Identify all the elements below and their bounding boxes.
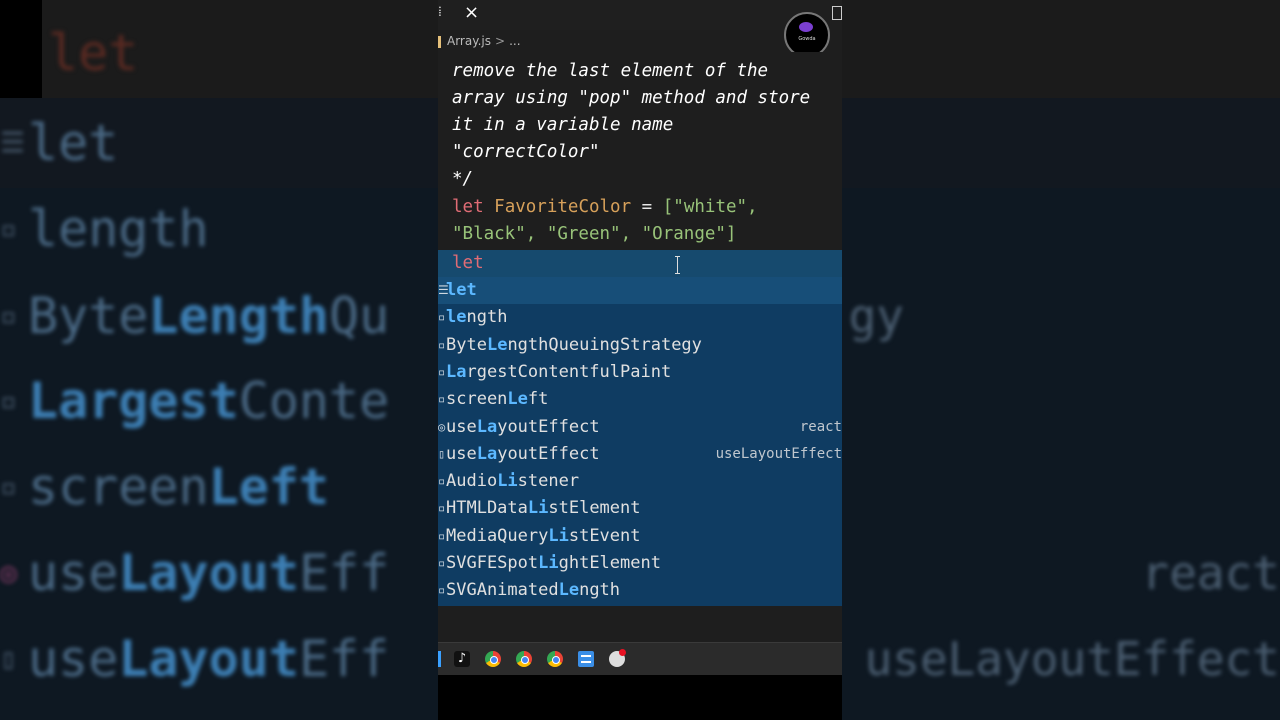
tab-overflow-indicator: ⁞ (438, 4, 442, 20)
class-icon: ▫ (438, 364, 446, 379)
suggestion-item[interactable]: ▫ HTMLDataListElement (438, 495, 842, 522)
class-icon: ▫ (438, 337, 446, 352)
function-icon: ◎ (438, 419, 446, 434)
background-let-word: let (48, 24, 139, 82)
taskbar: ♪ (438, 642, 842, 675)
bottom-strip (438, 675, 842, 720)
suggestion-detail: useLayoutEffect (715, 445, 842, 462)
identifier-token: FavoriteColor (494, 197, 632, 217)
property-icon: ▫ (438, 392, 446, 407)
class-icon: ▫ (438, 583, 446, 598)
suggestion-list[interactable]: ☰ let ▫ length ▫ ByteLengthQueuingStrategy ▫ La… (438, 277, 842, 606)
suggestion-label: useLayoutEffect (446, 443, 600, 464)
class-icon: ▫ (438, 501, 446, 516)
suggestion-label: useLayoutEffect (446, 416, 600, 437)
logo-emblem (799, 22, 813, 32)
suggestion-item[interactable]: ▫ length (438, 304, 842, 331)
snippet-icon: ▯ (0, 642, 17, 675)
taskbar-edge-indicator (438, 651, 441, 667)
suggestion-item[interactable]: ◎ useLayoutEffect react (438, 414, 842, 441)
code-line: "Black", "Green", "Orange"] (452, 224, 737, 244)
suggestion-item[interactable]: ▯ useLayoutEffect useLayoutEffect (438, 441, 842, 468)
string-token: ["white", (662, 197, 758, 217)
suggestion-label: let (446, 280, 477, 300)
suggestion-detail: react (799, 418, 842, 435)
class-icon: ▫ (438, 556, 446, 570)
logo-text: Gowda (798, 36, 816, 42)
suggestion-label: length (446, 307, 508, 328)
tiktok-icon[interactable]: ♪ (454, 651, 470, 667)
tab-bar: ⁞ × (438, 0, 842, 30)
editor-footer-space (438, 606, 842, 642)
background-top-left (0, 0, 42, 98)
class-icon: ▫ (0, 384, 17, 417)
js-file-icon (438, 35, 441, 48)
suggestion-item[interactable]: ☰ let (438, 277, 842, 305)
suggestion-item[interactable]: ▫ ByteLengthQueuingStrategy (438, 332, 842, 359)
property-icon: ▫ (438, 310, 446, 325)
suggestion-label: SVGAnimatedLength (446, 580, 621, 601)
maximize-icon[interactable] (832, 6, 842, 20)
property-icon: ▫ (0, 470, 17, 503)
breadcrumb-file[interactable]: Array.js (447, 34, 491, 48)
code-line: "correctColor" (452, 142, 600, 162)
snippet-icon: ▯ (438, 446, 446, 461)
keyword-icon: ☰ (438, 283, 449, 297)
class-icon: ▫ (0, 299, 17, 332)
chrome-icon[interactable] (485, 651, 501, 667)
suggestion-label: SVGFESpotLightElement (446, 553, 661, 573)
breadcrumb: Array.js >... (438, 30, 842, 52)
operator-token: = (641, 197, 653, 217)
suggestion-item[interactable]: ▫ LargestContentfulPaint (438, 359, 842, 386)
class-icon: ▫ (438, 474, 446, 489)
suggestion-label: MediaQueryListEvent (446, 525, 641, 546)
chrome-icon[interactable] (547, 651, 563, 667)
alert-icon[interactable] (609, 649, 626, 667)
keyword-icon: ☰ (0, 126, 26, 159)
code-line: it in a variable name (452, 115, 674, 135)
suggestion-item[interactable]: ▫ SVGFESpotLightElement (438, 550, 842, 577)
chrome-icon[interactable] (516, 651, 532, 667)
code-line: array using "pop" method and store (452, 88, 811, 108)
current-line[interactable]: let (438, 250, 842, 277)
typed-text: let (452, 253, 484, 273)
property-icon: ▫ (0, 212, 17, 245)
code-line: */ (452, 169, 474, 189)
editor-window: ⁞ × Array.js >... Gowda remove the last e… (438, 0, 842, 720)
suggestion-item[interactable]: ▫ AudioListener (438, 468, 842, 495)
notepad-icon[interactable] (578, 651, 594, 667)
code-line: remove the last element of the (452, 61, 769, 81)
suggestion-label: HTMLDataListElement (446, 498, 641, 519)
breadcrumb-more[interactable]: ... (509, 34, 520, 48)
chevron-right-icon: > (495, 34, 506, 48)
text-cursor-icon (675, 256, 681, 274)
code-line: let FavoriteColor = ["white", (452, 194, 758, 221)
class-icon: ▫ (438, 528, 446, 543)
suggestion-item[interactable]: ▫ screenLeft (438, 386, 842, 413)
suggestion-label: LargestContentfulPaint (446, 361, 672, 382)
suggestion-label: AudioListener (446, 471, 580, 492)
function-icon: ◎ (0, 556, 17, 589)
code-editor[interactable]: remove the last element of the array usi… (438, 52, 842, 250)
close-icon[interactable]: × (464, 2, 479, 23)
suggestion-label: ByteLengthQueuingStrategy (446, 334, 702, 355)
suggestion-item[interactable]: ▫ SVGAnimatedLength (438, 577, 842, 604)
keyword-token: let (452, 197, 484, 217)
suggestion-item[interactable]: ▫ MediaQueryListEvent (438, 523, 842, 550)
suggestion-label: screenLeft (446, 389, 549, 410)
